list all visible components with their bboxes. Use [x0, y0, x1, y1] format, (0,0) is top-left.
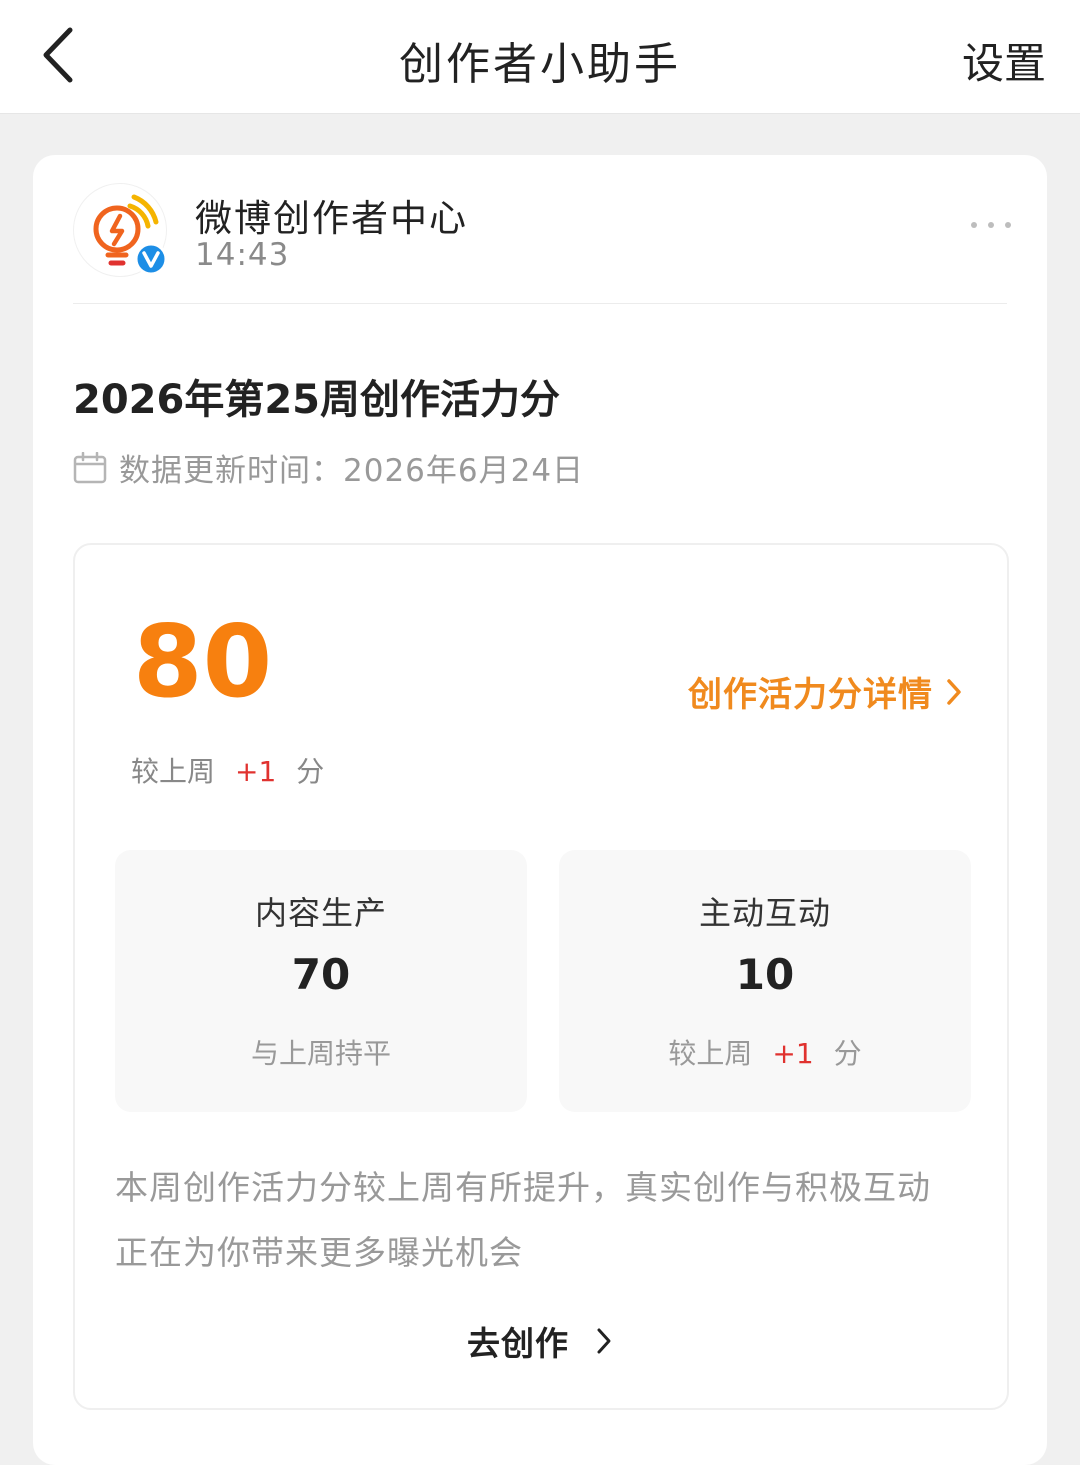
score-panel: 80 创作活力分详情 较上周 +1 分 内容生产 70 与上周持平 主动互动 1…	[73, 543, 1009, 1410]
score-value: 80	[133, 603, 273, 720]
avatar[interactable]	[73, 183, 168, 277]
score-detail-label: 创作活力分详情	[688, 675, 933, 715]
divider	[73, 303, 1007, 304]
metric-change-value: +1	[772, 1037, 814, 1070]
summary-line-2: 正在为你带来更多曝光机会	[115, 1233, 523, 1272]
update-time-text: 数据更新时间：2026年6月24日	[119, 453, 585, 489]
verified-v-icon	[134, 242, 168, 276]
metric-value: 70	[291, 950, 351, 999]
score-change-unit: 分	[296, 755, 325, 788]
top-nav-bar: 创作者小助手 设置	[0, 0, 1080, 114]
metric-label: 内容生产	[254, 894, 387, 932]
metric-value: 10	[735, 950, 795, 999]
metric-label: 主动互动	[698, 894, 831, 932]
post-time: 14:43	[195, 237, 290, 273]
metric-sub: 与上周持平	[115, 1032, 527, 1072]
metric-content-production: 内容生产 70 与上周持平	[115, 850, 527, 1112]
calendar-icon	[73, 451, 107, 483]
summary-line-1: 本周创作活力分较上周有所提升，真实创作与积极互动	[115, 1168, 931, 1207]
account-name[interactable]: 微博创作者中心	[195, 188, 468, 242]
go-create-label: 去创作	[467, 1324, 569, 1363]
update-time-row: 数据更新时间：2026年6月24日	[73, 445, 584, 490]
score-detail-link[interactable]: 创作活力分详情	[688, 667, 965, 716]
metric-sub-text: 与上周持平	[250, 1037, 391, 1070]
more-dots-icon[interactable]	[971, 213, 1011, 237]
score-change: 较上周 +1 分	[131, 750, 324, 790]
go-create-button[interactable]: 去创作	[75, 1317, 1007, 1365]
post-title: 2026年第25周创作活力分	[73, 377, 560, 423]
metric-change-unit: 分	[833, 1037, 862, 1070]
chevron-right-icon	[947, 678, 961, 705]
summary-text: 本周创作活力分较上周有所提升，真实创作与积极互动 正在为你带来更多曝光机会	[115, 1155, 975, 1285]
score-change-prefix: 较上周	[131, 755, 216, 788]
page-title: 创作者小助手	[399, 39, 681, 90]
metric-active-interaction: 主动互动 10 较上周 +1 分	[559, 850, 971, 1112]
chevron-right-icon	[597, 1328, 611, 1354]
score-change-value: +1	[235, 755, 277, 788]
metric-change-prefix: 较上周	[668, 1037, 753, 1070]
message-card: 微博创作者中心 14:43 2026年第25周创作活力分 数据更新时间：2026…	[33, 155, 1047, 1465]
metric-sub: 较上周 +1 分	[559, 1032, 971, 1072]
settings-button[interactable]: 设置	[962, 30, 1046, 91]
